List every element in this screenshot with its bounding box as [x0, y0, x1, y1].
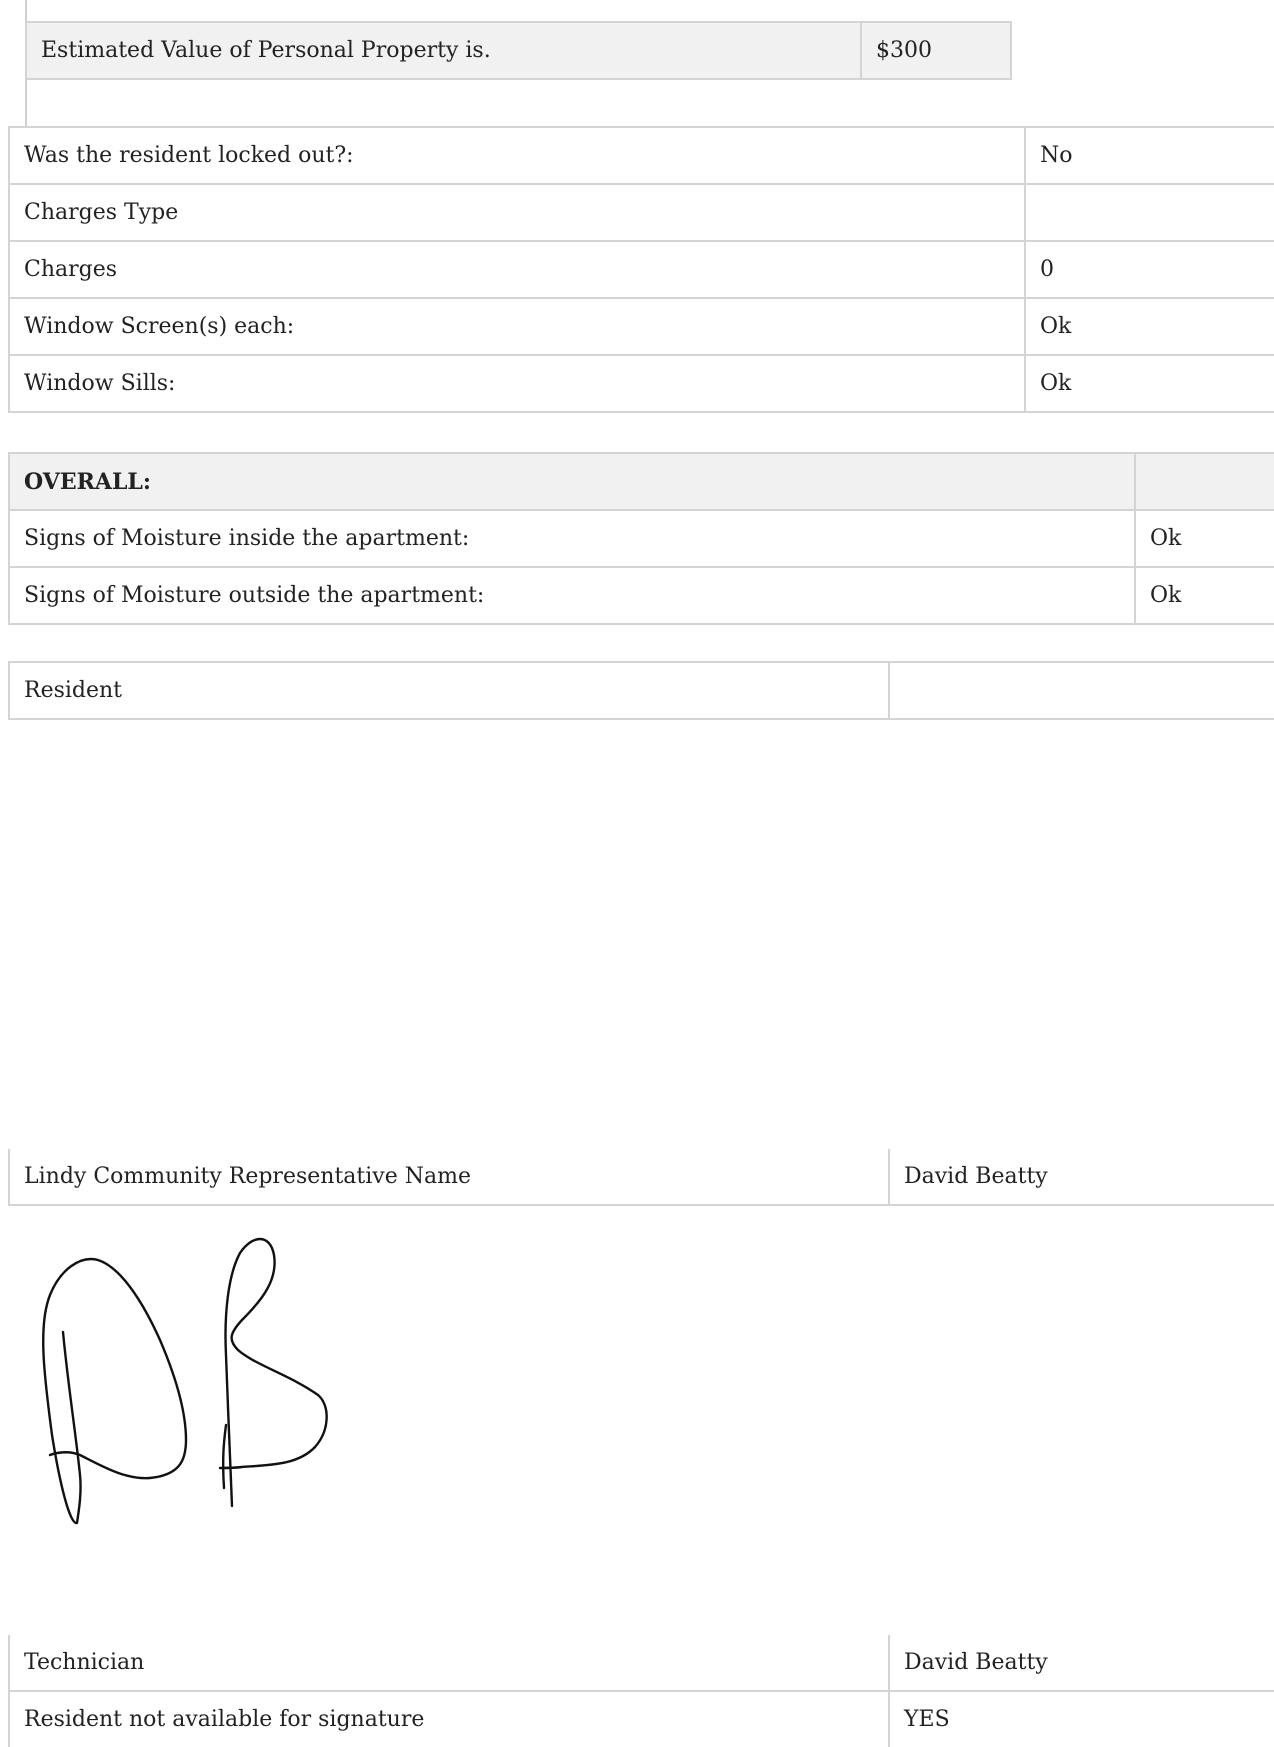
table-row: Signs of Moisture inside the apartment: … [8, 509, 1274, 568]
technician-table: Technician David Beatty Resident not ava… [8, 1635, 1274, 1747]
representative-table: Lindy Community Representative Name Davi… [8, 1149, 1274, 1206]
resident-value [888, 661, 1274, 720]
charges-value: 0 [1024, 240, 1274, 299]
locked-out-label: Was the resident locked out?: [8, 126, 1025, 185]
window-screens-value: Ok [1024, 297, 1274, 356]
charges-type-label: Charges Type [8, 183, 1025, 242]
moisture-inside-value: Ok [1134, 509, 1274, 568]
table-row: Window Screen(s) each: Ok [8, 297, 1274, 356]
table-row: Signs of Moisture outside the apartment:… [8, 566, 1274, 625]
charges-type-value [1024, 183, 1274, 242]
window-screens-label: Window Screen(s) each: [8, 297, 1025, 356]
inspection-table: Was the resident locked out?: No Charges… [8, 126, 1274, 413]
property-value-table: Estimated Value of Personal Property is.… [25, 21, 1012, 80]
property-value-amount: $300 [860, 21, 1012, 80]
representative-label: Lindy Community Representative Name [8, 1149, 889, 1206]
table-row: Was the resident locked out?: No [8, 126, 1274, 185]
overall-header: OVERALL: [8, 452, 1135, 511]
table-row: Resident not available for signature YES [8, 1690, 1274, 1747]
table-row: Window Sills: Ok [8, 354, 1274, 413]
table-row: Estimated Value of Personal Property is.… [25, 21, 1012, 80]
overall-header-empty [1134, 452, 1274, 511]
window-sills-value: Ok [1024, 354, 1274, 413]
technician-value: David Beatty [888, 1635, 1274, 1692]
representative-value: David Beatty [888, 1149, 1274, 1206]
locked-out-value: No [1024, 126, 1274, 185]
table-row: Technician David Beatty [8, 1635, 1274, 1692]
moisture-inside-label: Signs of Moisture inside the apartment: [8, 509, 1135, 568]
charges-label: Charges [8, 240, 1025, 299]
signature-image [42, 1237, 328, 1525]
resident-unavailable-value: YES [888, 1690, 1274, 1747]
resident-table: Resident [8, 661, 1274, 720]
resident-unavailable-label: Resident not available for signature [8, 1690, 889, 1747]
resident-label: Resident [8, 661, 889, 720]
table-row: Charges 0 [8, 240, 1274, 299]
moisture-outside-label: Signs of Moisture outside the apartment: [8, 566, 1135, 625]
technician-label: Technician [8, 1635, 889, 1692]
table-row: Charges Type [8, 183, 1274, 242]
moisture-outside-value: Ok [1134, 566, 1274, 625]
property-value-label: Estimated Value of Personal Property is. [25, 21, 861, 80]
window-sills-label: Window Sills: [8, 354, 1025, 413]
table-row: Lindy Community Representative Name Davi… [8, 1149, 1274, 1206]
table-row: Resident [8, 661, 1274, 720]
table-row: OVERALL: [8, 452, 1274, 511]
overall-table: OVERALL: Signs of Moisture inside the ap… [8, 452, 1274, 625]
